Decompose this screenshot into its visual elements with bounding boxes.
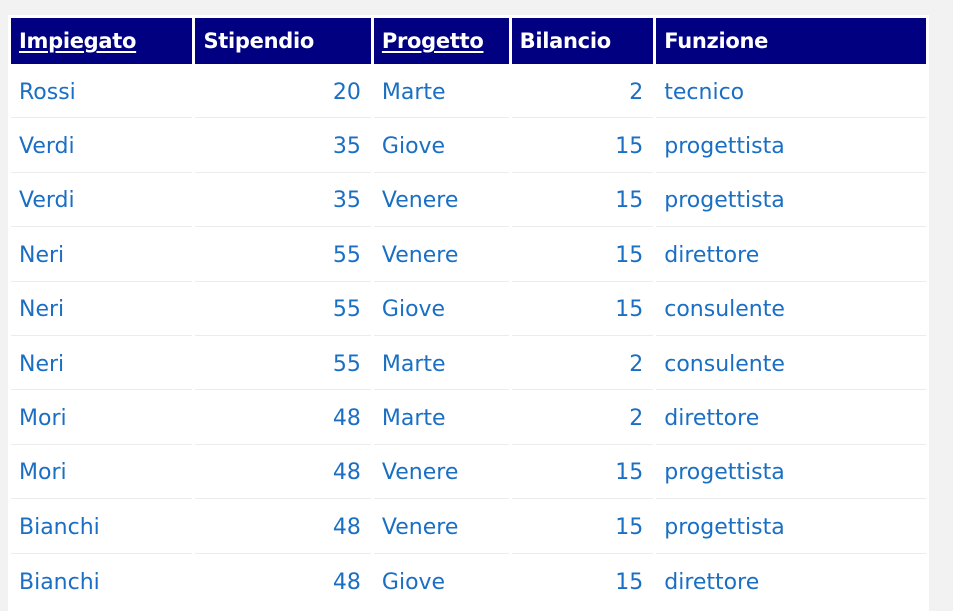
cell-progetto: Giove [373,121,509,173]
cell-progetto: Venere [373,175,509,228]
header-label: Funzione [664,29,769,53]
header-label: Stipendio [203,29,314,53]
cell-progetto: Venere [373,230,509,282]
cell-impiegato: Bianchi [11,502,193,554]
cell-funzione: direttore [656,393,926,445]
cell-funzione: direttore [656,230,926,282]
cell-progetto: Marte [373,393,509,445]
cell-funzione: tecnico [656,67,926,119]
cell-stipendio: 55 [195,230,371,282]
cell-stipendio: 48 [195,447,371,500]
table-row: Bianchi 48 Venere 15 progettista [11,502,926,554]
cell-bilancio: 15 [511,556,654,608]
cell-funzione: progettista [656,447,926,500]
header-bilancio: Bilancio [511,18,654,64]
cell-impiegato: Neri [11,284,193,336]
table-row: Mori 48 Venere 15 progettista [11,447,926,500]
header-stipendio: Stipendio [195,18,371,64]
table-body: Rossi 20 Marte 2 tecnico Verdi 35 Giove 15 proget… [11,67,926,608]
cell-impiegato: Mori [11,393,193,445]
header-funzione: Funzione [656,18,926,64]
cell-impiegato: Neri [11,338,193,391]
table-row: Neri 55 Venere 15 direttore [11,230,926,282]
cell-stipendio: 48 [195,502,371,554]
cell-stipendio: 48 [195,393,371,445]
cell-bilancio: 15 [511,502,654,554]
table-row: Mori 48 Marte 2 direttore [11,393,926,445]
cell-progetto: Giove [373,284,509,336]
cell-funzione: progettista [656,502,926,554]
cell-progetto: Giove [373,556,509,608]
table-row: Rossi 20 Marte 2 tecnico [11,67,926,119]
cell-impiegato: Verdi [11,175,193,228]
slide: Impiegato Stipendio Progetto Bilancio Fu… [0,0,953,611]
cell-progetto: Venere [373,502,509,554]
cell-bilancio: 15 [511,284,654,336]
cell-impiegato: Neri [11,230,193,282]
header-progetto: Progetto [373,18,509,64]
cell-bilancio: 15 [511,121,654,173]
cell-progetto: Marte [373,338,509,391]
cell-impiegato: Rossi [11,67,193,119]
cell-impiegato: Bianchi [11,556,193,608]
cell-bilancio: 2 [511,393,654,445]
cell-progetto: Marte [373,67,509,119]
cell-progetto: Venere [373,447,509,500]
cell-bilancio: 2 [511,67,654,119]
cell-bilancio: 15 [511,230,654,282]
cell-funzione: progettista [656,175,926,228]
table-row: Bianchi 48 Giove 15 direttore [11,556,926,608]
cell-impiegato: Verdi [11,121,193,173]
cell-funzione: progettista [656,121,926,173]
cell-bilancio: 2 [511,338,654,391]
header-label: Impiegato [19,29,137,53]
cell-stipendio: 35 [195,121,371,173]
cell-stipendio: 35 [195,175,371,228]
header-label: Bilancio [519,29,612,53]
cell-impiegato: Mori [11,447,193,500]
header-label: Progetto [381,29,484,53]
table-row: Verdi 35 Giove 15 progettista [11,121,926,173]
header-impiegato: Impiegato [11,18,193,64]
cell-bilancio: 15 [511,175,654,228]
cell-stipendio: 55 [195,284,371,336]
table-row: Neri 55 Marte 2 consulente [11,338,926,391]
table-row: Verdi 35 Venere 15 progettista [11,175,926,228]
cell-funzione: consulente [656,338,926,391]
header-row: Impiegato Stipendio Progetto Bilancio Fu… [11,18,926,64]
cell-stipendio: 55 [195,338,371,391]
cell-funzione: direttore [656,556,926,608]
cell-stipendio: 48 [195,556,371,608]
table-row: Neri 55 Giove 15 consulente [11,284,926,336]
cell-bilancio: 15 [511,447,654,500]
cell-stipendio: 20 [195,67,371,119]
cell-funzione: consulente [656,284,926,336]
relation-table: Impiegato Stipendio Progetto Bilancio Fu… [8,15,929,611]
